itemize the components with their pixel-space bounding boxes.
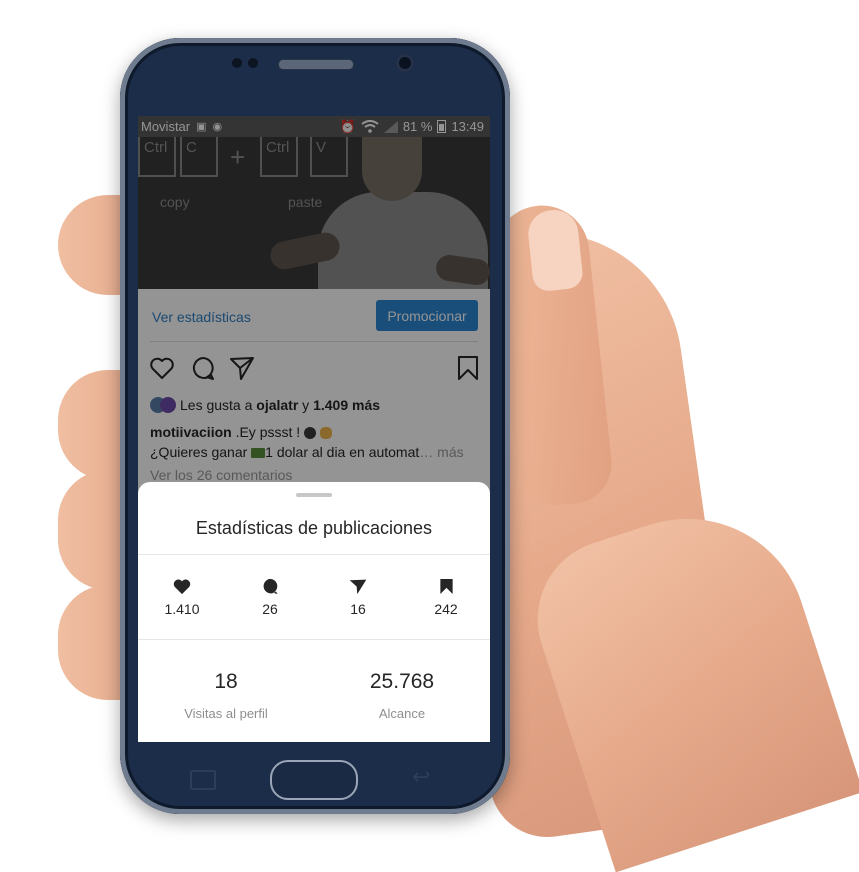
post-stats-sheet: Estadísticas de publicaciones 1.410 26 1…: [138, 482, 490, 742]
divider: [138, 554, 490, 555]
saves-value: 242: [434, 601, 458, 617]
bookmark-icon: [439, 579, 453, 594]
sheet-drag-handle[interactable]: [296, 493, 332, 497]
metric-comments: 26: [226, 578, 314, 617]
sensor-dot: [232, 58, 242, 68]
speaker-grill: [278, 59, 354, 70]
reach-value: 25.768: [369, 670, 435, 693]
metric-likes: 1.410: [138, 578, 226, 617]
reach-stat: 25.768 Alcance: [314, 670, 490, 721]
profile-visits-value: 18: [214, 670, 238, 693]
divider: [138, 639, 490, 640]
front-camera: [396, 54, 414, 72]
heart-icon: [173, 579, 191, 595]
likes-value: 1.410: [164, 601, 200, 617]
home-button[interactable]: [270, 760, 358, 800]
comment-icon: [263, 578, 278, 595]
profile-visits-label: Visitas al perfil: [184, 706, 268, 721]
back-icon[interactable]: ↩: [412, 764, 430, 790]
send-icon: [349, 579, 367, 595]
sensor-dot: [248, 58, 258, 68]
recent-apps-icon[interactable]: [190, 770, 216, 790]
shares-value: 16: [350, 601, 366, 617]
metric-saves: 242: [402, 578, 490, 617]
reach-label: Alcance: [378, 706, 426, 721]
metric-shares: 16: [314, 578, 402, 617]
sheet-title: Estadísticas de publicaciones: [195, 518, 433, 538]
profile-visits-stat: 18 Visitas al perfil: [138, 670, 314, 721]
phone-screen: Movistar ▣ ◉ ⏰ 81 % 13:49 Ctrl C + Ctrl …: [138, 116, 490, 742]
comments-value: 26: [262, 601, 278, 617]
